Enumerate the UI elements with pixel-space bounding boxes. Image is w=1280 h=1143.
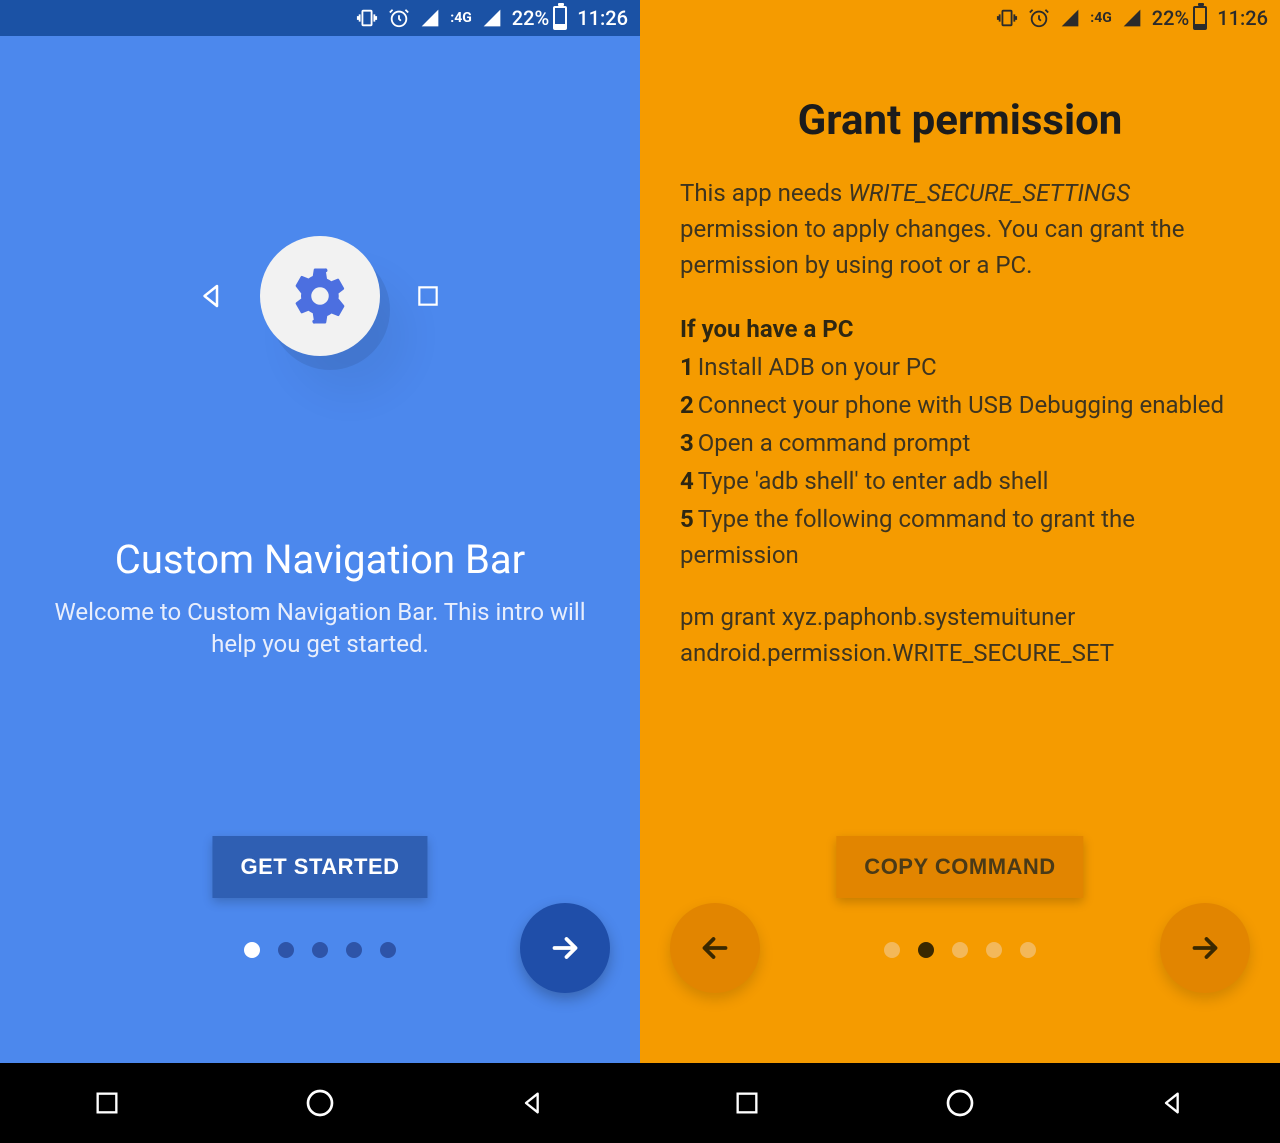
page-dot-2 [918, 942, 934, 958]
battery-indicator: 22% [1152, 6, 1207, 30]
page-dot-5 [1020, 942, 1036, 958]
page-dot-4 [346, 942, 362, 958]
nav-recent-square-icon [410, 278, 446, 314]
page-subtitle: Welcome to Custom Navigation Bar. This i… [30, 596, 610, 661]
clock: 11:26 [577, 6, 628, 30]
page-indicator [884, 942, 1036, 958]
battery-percent: 22% [1152, 6, 1189, 30]
nav-recent-button[interactable] [87, 1083, 127, 1123]
page-title: Grant permission [640, 96, 1280, 145]
nav-back-button[interactable] [513, 1083, 553, 1123]
battery-icon [553, 6, 567, 30]
command-text: pm grant xyz.paphonb.systemuituner andro… [680, 599, 1240, 671]
network-4g-label: : 4G [1090, 10, 1112, 26]
nav-home-button[interactable] [940, 1083, 980, 1123]
vibrate-icon [996, 7, 1018, 29]
page-dot-1 [884, 942, 900, 958]
next-button[interactable] [1160, 903, 1250, 993]
back-button[interactable] [670, 903, 760, 993]
vibrate-icon [356, 7, 378, 29]
nav-home-button[interactable] [300, 1083, 340, 1123]
step-2: 2Connect your phone with USB Debugging e… [680, 387, 1240, 423]
page-dot-4 [986, 942, 1002, 958]
arrow-right-icon [1187, 930, 1223, 966]
step-3: 3Open a command prompt [680, 425, 1240, 461]
get-started-button[interactable]: GET STARTED [212, 836, 427, 898]
step-5: 5Type the following command to grant the… [680, 501, 1240, 573]
battery-icon [1193, 6, 1207, 30]
gear-icon [260, 236, 380, 356]
signal-icon [420, 8, 440, 28]
signal-icon [1060, 8, 1080, 28]
page-dot-1 [244, 942, 260, 958]
onboarding-content: Custom Navigation Bar Welcome to Custom … [0, 36, 640, 1063]
step-1: 1Install ADB on your PC [680, 349, 1240, 385]
hero-navbar-illustration [0, 236, 640, 356]
page-dot-3 [312, 942, 328, 958]
next-button[interactable] [520, 903, 610, 993]
step-4: 4Type 'adb shell' to enter adb shell [680, 463, 1240, 499]
page-dot-2 [278, 942, 294, 958]
nav-recent-button[interactable] [727, 1083, 767, 1123]
signal-icon-2 [1122, 8, 1142, 28]
arrow-right-icon [547, 930, 583, 966]
onboarding-permission-screen: : 4G 22% 11:26 Grant permission This app… [640, 0, 1280, 1143]
system-nav-bar [0, 1063, 640, 1143]
copy-command-button[interactable]: COPY COMMAND [836, 836, 1083, 898]
clock: 11:26 [1217, 6, 1268, 30]
arrow-left-icon [697, 930, 733, 966]
page-dot-3 [952, 942, 968, 958]
permission-body: This app needs WRITE_SECURE_SETTINGS per… [640, 145, 1280, 671]
page-dot-5 [380, 942, 396, 958]
page-title: Custom Navigation Bar [0, 536, 640, 583]
battery-percent: 22% [512, 6, 549, 30]
status-bar: : 4G 22% 11:26 [0, 0, 640, 36]
page-indicator [244, 942, 396, 958]
alarm-icon [1028, 7, 1050, 29]
intro-paragraph: This app needs WRITE_SECURE_SETTINGS per… [680, 175, 1240, 283]
battery-indicator: 22% [512, 6, 567, 30]
alarm-icon [388, 7, 410, 29]
nav-back-triangle-icon [194, 278, 230, 314]
pc-heading: If you have a PC [680, 311, 1240, 347]
nav-back-button[interactable] [1153, 1083, 1193, 1123]
signal-icon-2 [482, 8, 502, 28]
permission-content: Grant permission This app needs WRITE_SE… [640, 36, 1280, 1063]
network-4g-label: : 4G [450, 10, 472, 26]
system-nav-bar [640, 1063, 1280, 1143]
status-bar: : 4G 22% 11:26 [640, 0, 1280, 36]
onboarding-welcome-screen: : 4G 22% 11:26 Custom Navigation Bar Wel… [0, 0, 640, 1143]
